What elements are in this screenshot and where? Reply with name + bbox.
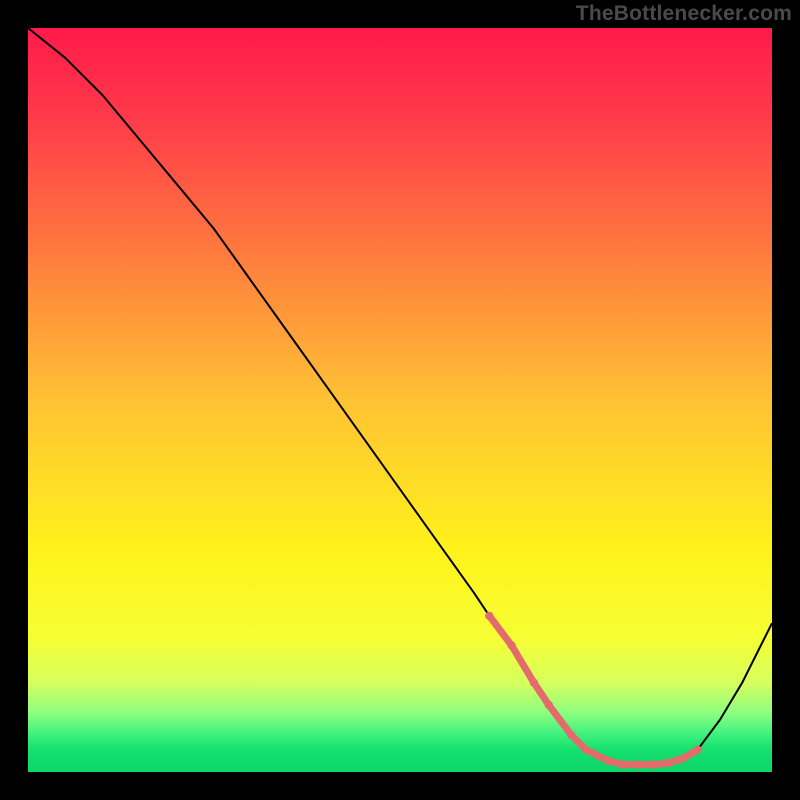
highlight-marker (582, 746, 590, 754)
highlight-marker (619, 760, 627, 768)
chart-stage: TheBottlenecker.com (0, 0, 800, 800)
chart-svg (28, 28, 772, 772)
highlight-marker (649, 760, 657, 768)
attribution-label: TheBottlenecker.com (576, 2, 792, 26)
highlight-marker (507, 641, 515, 649)
highlight-marker (634, 760, 642, 768)
highlight-marker (485, 612, 493, 620)
highlight-marker (679, 754, 687, 762)
highlight-marker (604, 757, 612, 765)
highlight-marker (664, 759, 672, 767)
plot-area (28, 28, 772, 772)
highlight-marker (693, 746, 701, 754)
highlight-marker (567, 731, 575, 739)
highlight-marker (545, 701, 553, 709)
highlight-marker (530, 679, 538, 687)
